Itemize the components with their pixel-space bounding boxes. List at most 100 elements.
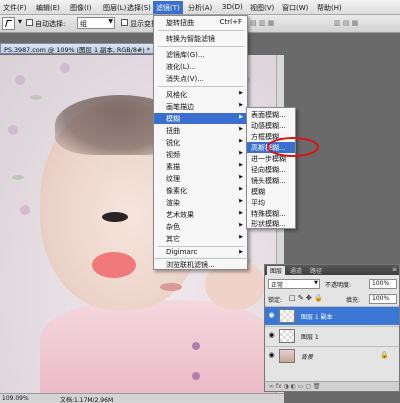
stylize-label: 风格化 bbox=[166, 91, 187, 99]
submenu-item-lens-blur[interactable]: 镜头模糊... bbox=[247, 175, 295, 186]
opacity-value: 100% bbox=[372, 280, 390, 287]
opacity-input[interactable]: 100% bbox=[369, 279, 397, 289]
menu-item-pixelate[interactable]: 像素化 ▶ bbox=[154, 185, 247, 196]
blur-submenu: 表面模糊... 动感模糊... 方框模糊... 高斯模糊... 进一步模糊 径向… bbox=[246, 107, 296, 229]
fill-input[interactable]: 100% bbox=[369, 294, 397, 304]
menu-separator bbox=[158, 30, 244, 31]
tab-paths[interactable]: 路径 bbox=[307, 266, 325, 275]
menu-item-filter-gallery[interactable]: 滤镜库(G)... bbox=[154, 49, 247, 60]
menu-item-liquify[interactable]: 液化(L)... bbox=[154, 61, 247, 72]
move-tool-icon[interactable] bbox=[2, 17, 15, 30]
menu-item-vanishing-point[interactable]: 消失点(V)... bbox=[154, 73, 247, 84]
submenu-arrow-icon: ▶ bbox=[239, 234, 243, 240]
layer-row[interactable]: ◉ 图层 1 bbox=[265, 326, 399, 345]
layer-thumbnail bbox=[279, 309, 295, 323]
submenu-item-blur[interactable]: 模糊 bbox=[247, 186, 295, 197]
layer-row[interactable]: ◉ 图层 1 副本 bbox=[265, 306, 399, 325]
submenu-arrow-icon: ▶ bbox=[239, 114, 243, 120]
layer-row[interactable]: ◉ 背景 🔒 bbox=[265, 346, 399, 365]
panel-menu-icon[interactable]: ≡ bbox=[389, 266, 400, 275]
menu-item-video[interactable]: 视频 ▶ bbox=[154, 149, 247, 160]
submenu-item-surface-blur[interactable]: 表面模糊... bbox=[247, 109, 295, 120]
submenu-item-radial-blur[interactable]: 径向模糊... bbox=[247, 164, 295, 175]
blend-mode-select[interactable]: 正常 ▼ bbox=[268, 279, 320, 289]
menu-item-distort[interactable]: 扭曲 ▶ bbox=[154, 125, 247, 136]
lock-options-icons[interactable]: □ ✎ ✥ 🔒 bbox=[289, 294, 323, 302]
menu-file[interactable]: 文件(F) bbox=[3, 3, 27, 13]
menu-image[interactable]: 图像(I) bbox=[70, 3, 92, 13]
submenu-arrow-icon: ▶ bbox=[239, 162, 243, 168]
menu-window[interactable]: 窗口(W) bbox=[282, 3, 308, 13]
menu-analysis[interactable]: 分析(A) bbox=[188, 3, 212, 13]
texture-label: 纹理 bbox=[166, 175, 180, 183]
submenu-item-average[interactable]: 平均 bbox=[247, 197, 295, 208]
brush-strokes-label: 画笔描边 bbox=[166, 103, 194, 111]
menu-item-render[interactable]: 渲染 ▶ bbox=[154, 197, 247, 208]
auto-select-combo[interactable]: 组 ▼ bbox=[77, 17, 115, 29]
menu-item-artistic[interactable]: 艺术效果 ▶ bbox=[154, 209, 247, 220]
artistic-label: 艺术效果 bbox=[166, 211, 194, 219]
submenu-arrow-icon: ▶ bbox=[239, 150, 243, 156]
menu-edit[interactable]: 编辑(E) bbox=[36, 3, 60, 13]
menu-item-stylize[interactable]: 风格化 ▶ bbox=[154, 89, 247, 100]
auto-select-checkbox[interactable] bbox=[26, 19, 33, 26]
layer-name: 背景 bbox=[301, 354, 314, 361]
layer-thumbnail bbox=[279, 349, 295, 363]
panel-footer-icons[interactable]: ∞ fx ◑ ◐ ▭ ▢ 🗑 bbox=[269, 383, 321, 390]
annotation-circle bbox=[267, 137, 319, 157]
eye-icon[interactable]: ◉ bbox=[267, 331, 276, 340]
blend-mode-value: 正常 bbox=[271, 282, 284, 289]
doc-info: 文档:1.17M/2.96M bbox=[60, 397, 114, 403]
status-bar: 109.09% 文档:1.17M/2.96M bbox=[0, 393, 284, 403]
pixelate-label: 像素化 bbox=[166, 187, 187, 195]
tab-layers[interactable]: 图层 bbox=[267, 266, 286, 275]
baby-eye bbox=[102, 212, 128, 222]
menu-item-noise[interactable]: 杂色 ▶ bbox=[154, 221, 247, 232]
submenu-item-shape-blur[interactable]: 形状模糊... bbox=[247, 218, 295, 229]
menu-item-brush-strokes[interactable]: 画笔描边 ▶ bbox=[154, 101, 247, 112]
menu-item-blur[interactable]: 模糊 ▶ bbox=[154, 113, 247, 124]
menu-item-browse-online[interactable]: 浏览联机滤镜... bbox=[153, 258, 248, 270]
menu-view[interactable]: 视图(V) bbox=[250, 3, 274, 13]
opacity-label: 不透明度: bbox=[325, 282, 352, 289]
menu-item-sharpen[interactable]: 锐化 ▶ bbox=[154, 137, 247, 148]
menu-separator bbox=[158, 86, 244, 87]
transform-controls-checkbox[interactable] bbox=[121, 19, 128, 26]
lock-icon: 🔒 bbox=[380, 351, 389, 359]
submenu-item-motion-blur[interactable]: 动感模糊... bbox=[247, 120, 295, 131]
auto-select-value: 组 bbox=[80, 20, 87, 28]
zoom-level[interactable]: 109.09% bbox=[2, 395, 29, 402]
last-filter-shortcut: Ctrl+F bbox=[219, 18, 242, 26]
submenu-arrow-icon: ▶ bbox=[239, 198, 243, 204]
menu-item-other[interactable]: 其它 ▶ bbox=[154, 233, 247, 244]
chevron-down-icon: ▼ bbox=[108, 18, 113, 25]
tab-channels[interactable]: 通道 bbox=[287, 266, 305, 275]
eye-icon[interactable]: ◉ bbox=[267, 351, 276, 360]
menu-item-digimarc[interactable]: Digimarc ▶ bbox=[154, 248, 247, 258]
submenu-arrow-icon: ▶ bbox=[239, 222, 243, 228]
distribute-icons[interactable]: ▥ ▤ ▦ bbox=[334, 19, 358, 27]
submenu-arrow-icon: ▶ bbox=[239, 249, 243, 255]
layers-panel-footer: ∞ fx ◑ ◐ ▭ ▢ 🗑 bbox=[265, 381, 399, 391]
blush-patch bbox=[92, 252, 136, 278]
menu-item-last-filter[interactable]: 旋转扭曲 Ctrl+F bbox=[154, 17, 247, 28]
menu-select[interactable]: 选择(S) bbox=[127, 3, 151, 13]
fill-value: 100% bbox=[372, 295, 390, 302]
menu-separator bbox=[158, 246, 244, 247]
menu-filter[interactable]: 滤镜(T) bbox=[153, 1, 183, 14]
menu-3d[interactable]: 3D(D) bbox=[222, 3, 243, 11]
submenu-arrow-icon: ▶ bbox=[239, 90, 243, 96]
eye-icon[interactable]: ◉ bbox=[267, 311, 276, 320]
menu-item-sketch[interactable]: 素描 ▶ bbox=[154, 161, 247, 172]
sharpen-label: 锐化 bbox=[166, 139, 180, 147]
auto-select-label: 自动选择: bbox=[35, 20, 66, 28]
align-icons[interactable]: ▤ ▥ ▦ bbox=[250, 19, 274, 27]
noise-label: 杂色 bbox=[166, 223, 180, 231]
menu-layer[interactable]: 图层(L) bbox=[103, 3, 126, 13]
lock-label: 锁定: bbox=[268, 297, 283, 304]
menu-item-texture[interactable]: 纹理 ▶ bbox=[154, 173, 247, 184]
dropdown-arrow-icon[interactable]: ▾ bbox=[18, 17, 22, 26]
menu-item-convert-smart[interactable]: 转换为智能滤镜 bbox=[154, 33, 247, 44]
menu-help[interactable]: 帮助(H) bbox=[317, 3, 342, 13]
menu-separator bbox=[158, 46, 244, 47]
